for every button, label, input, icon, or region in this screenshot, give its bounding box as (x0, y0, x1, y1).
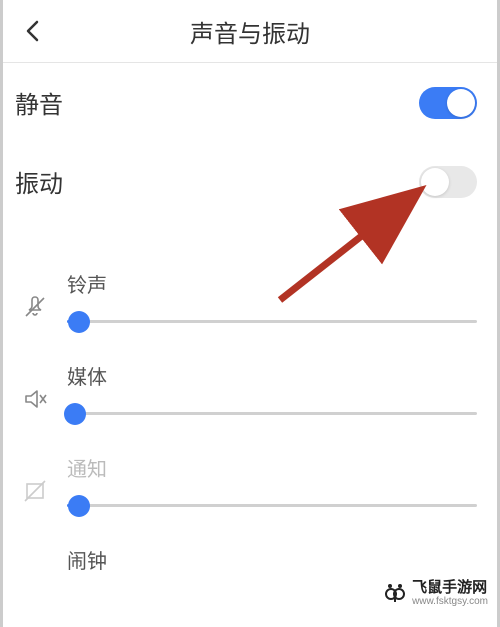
page-title: 声音与振动 (190, 14, 310, 49)
vibrate-label: 振动 (15, 164, 63, 199)
slider-thumb (68, 495, 90, 517)
alarm-label: 闹钟 (67, 545, 477, 574)
mute-toggle[interactable] (419, 87, 477, 119)
notification-section: 通知 (3, 435, 497, 527)
ringtone-label: 铃声 (67, 269, 477, 298)
slider-thumb (68, 311, 90, 333)
mute-label: 静音 (15, 85, 63, 120)
ringtone-slider[interactable] (67, 320, 477, 323)
slider-thumb (64, 403, 86, 425)
ringtone-mute-icon (21, 293, 49, 321)
toggle-knob (421, 168, 449, 196)
watermark-brand: 飞鼠手游网 (412, 579, 487, 596)
watermark-url: www.fsktgsy.com (412, 597, 488, 607)
watermark: 飞鼠手游网 www.fsktgsy.com (383, 576, 488, 607)
header: 声音与振动 (3, 0, 497, 62)
toggle-knob (447, 89, 475, 117)
vibrate-toggle[interactable] (419, 166, 477, 198)
alarm-icon (21, 566, 49, 594)
vibrate-row: 振动 (3, 142, 497, 221)
back-button[interactable] (17, 16, 47, 46)
media-mute-icon (21, 385, 49, 413)
notification-slider[interactable] (67, 504, 477, 507)
watermark-icon (383, 580, 407, 604)
media-section: 媒体 (3, 343, 497, 435)
media-slider[interactable] (67, 412, 477, 415)
mute-row: 静音 (3, 63, 497, 142)
media-label: 媒体 (67, 361, 477, 390)
ringtone-section: 铃声 (3, 251, 497, 343)
notification-label: 通知 (67, 453, 477, 482)
chevron-left-icon (25, 20, 39, 42)
notification-mute-icon (21, 477, 49, 505)
